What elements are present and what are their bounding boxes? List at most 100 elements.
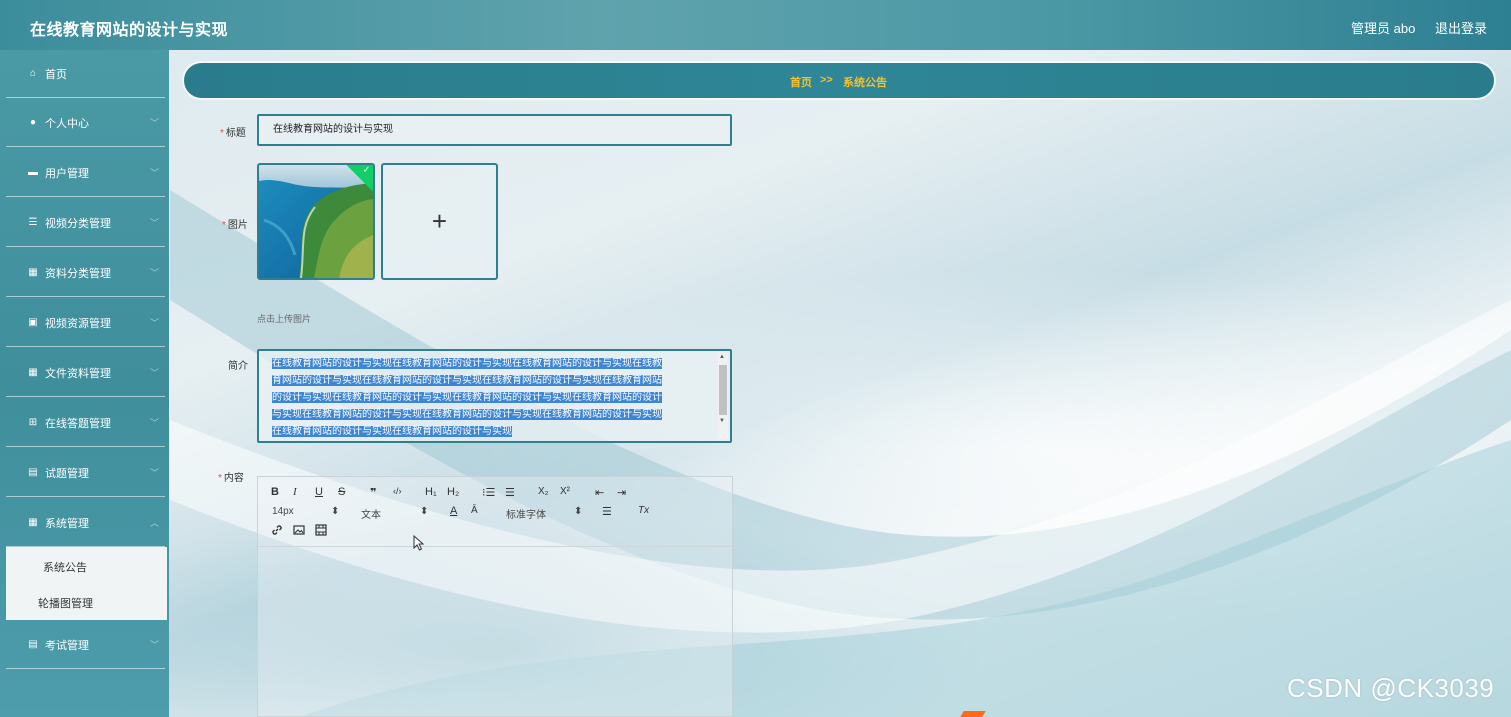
grid-icon: ▦ [28,367,38,378]
sidebar-item-label: 用户管理 [45,167,89,180]
bullet-list-button[interactable]: ☰ [505,486,515,499]
h1-button[interactable]: H₁ [425,486,437,498]
check-icon: ✓ [362,164,371,175]
system-submenu: 系统公告 轮播图管理 [6,547,167,620]
chevron-down-icon: ﹀ [150,268,160,278]
intro-line: 在线教育网站的设计与实现在线教育网站的设计与实现在线教育网站的设计与实现在线教 [272,358,662,369]
breadcrumb-home-link[interactable]: 首页 [790,74,812,90]
decorative-mark [960,711,986,717]
image-label: * 图片 [222,220,248,231]
top-bar: 在线教育网站的设计与实现 管理员 abo 退出登录 [0,0,1511,50]
image-icon: ▣ [28,317,38,328]
font-family-select[interactable]: 标准字体 [506,506,546,521]
sidebar-item-system-management[interactable]: ▦ 系统管理 ︿ [6,499,165,547]
content-label: * 内容 [218,473,244,484]
bold-button[interactable]: B [271,486,279,498]
scroll-up-icon[interactable]: ▲ [719,354,725,360]
chevron-down-icon: ﹀ [150,168,160,178]
sidebar-item-personal-center[interactable]: ● 个人中心 ﹀ [6,99,165,147]
image-icon [293,525,305,535]
image-button[interactable] [293,524,305,539]
rich-text-editor: B I U S ❞ ‹/› H₁ H₂ ⁝☰ ☰ X₂ X² ⇤ ⇥ 14px … [257,476,733,717]
subscript-button[interactable]: X₂ [538,486,549,497]
submenu-item-announcement[interactable]: 系统公告 [6,547,167,583]
sidebar-item-video-resource[interactable]: ▣ 视频资源管理 ﹀ [6,299,165,347]
watermark: CSDN @CK3039 [1287,673,1495,703]
sidebar-item-label: 个人中心 [45,117,89,130]
link-icon [272,525,282,535]
breadcrumb-separator: >> [820,74,833,86]
grid-small-icon: ⊞ [28,417,38,428]
chevron-down-icon: ﹀ [150,368,160,378]
sidebar-item-label: 视频分类管理 [45,217,111,230]
sidebar-item-question-management[interactable]: ▤ 试题管理 ﹀ [6,449,165,497]
select-arrow-icon: ⬍ [574,506,583,517]
sidebar-item-file-material[interactable]: ▦ 文件资料管理 ﹀ [6,349,165,397]
background-color-button[interactable]: Ā [471,505,478,516]
sidebar-item-home[interactable]: ⌂ 首页 [6,50,165,98]
title-label: * 标题 [220,128,246,139]
clean-format-button[interactable]: Tx [638,505,649,516]
intro-label: 简介 [228,361,248,372]
submenu-item-carousel[interactable]: 轮播图管理 [6,583,167,619]
chevron-down-icon: ﹀ [150,468,160,478]
align-button[interactable]: ☰ [602,505,612,518]
ordered-list-button[interactable]: ⁝☰ [482,486,495,499]
textarea-scrollbar[interactable]: ▲ ▼ [718,353,728,439]
sidebar-item-label: 在线答题管理 [45,417,111,430]
grid-icon: ▦ [28,267,38,278]
chevron-down-icon: ﹀ [150,318,160,328]
sidebar-item-label: 试题管理 [45,467,89,480]
video-icon [315,524,327,536]
sidebar-item-label: 考试管理 [45,639,89,652]
code-button[interactable]: ‹/› [393,486,402,496]
uploaded-image-thumbnail[interactable]: ✓ [257,163,375,280]
sidebar-item-video-category[interactable]: ☰ 视频分类管理 ﹀ [6,199,165,247]
logout-link[interactable]: 退出登录 [1435,18,1487,37]
intro-line: 与实现在线教育网站的设计与实现在线教育网站的设计与实现在线教育网站的设计与实现 [272,409,662,420]
coastline-image [259,165,373,278]
indent-button[interactable]: ⇥ [617,486,626,499]
underline-button[interactable]: U [315,486,323,498]
link-button[interactable] [271,524,283,538]
video-button[interactable] [315,524,327,539]
title-input[interactable]: 在线教育网站的设计与实现 [257,114,732,146]
select-arrow-icon: ⬍ [331,506,340,517]
font-size-select[interactable]: 14px [272,506,294,517]
italic-button[interactable]: I [293,486,297,498]
scrollbar-thumb[interactable] [719,365,727,415]
outdent-button[interactable]: ⇤ [595,486,604,499]
grid-icon: ▦ [28,517,38,528]
superscript-button[interactable]: X² [560,486,570,497]
header-select[interactable]: 文本 [361,506,381,521]
intro-textarea[interactable]: 在线教育网站的设计与实现在线教育网站的设计与实现在线教育网站的设计与实现在线教 … [257,349,732,443]
chevron-down-icon: ﹀ [150,640,160,650]
breadcrumb: 首页 >> 系统公告 [184,63,1494,98]
chevron-down-icon: ﹀ [150,218,160,228]
sidebar-item-online-quiz[interactable]: ⊞ 在线答题管理 ﹀ [6,399,165,447]
background-artwork [0,0,1511,717]
font-color-button[interactable]: A [450,505,457,517]
chevron-down-icon: ﹀ [150,418,160,428]
intro-line: 在线教育网站的设计与实现在线教育网站的设计与实现 [272,426,512,437]
quote-button[interactable]: ❞ [370,486,376,499]
monitor-icon: ▬ [28,167,38,178]
intro-line: 育网站的设计与实现在线教育网站的设计与实现在线教育网站的设计与实现在线教育网站 [272,375,662,386]
sidebar-item-exam-management[interactable]: ▤ 考试管理 ﹀ [6,621,165,669]
required-mark: * [220,128,224,139]
editor-toolbar: B I U S ❞ ‹/› H₁ H₂ ⁝☰ ☰ X₂ X² ⇤ ⇥ 14px … [258,477,732,547]
image-upload-button[interactable]: + [381,163,498,280]
admin-username: 管理员 abo [1351,21,1416,36]
breadcrumb-current: 系统公告 [843,77,887,89]
strike-button[interactable]: S [338,486,345,498]
sidebar-item-material-category[interactable]: ▦ 资料分类管理 ﹀ [6,249,165,297]
clipboard-icon: ▤ [28,639,38,650]
intro-text: 在线教育网站的设计与实现在线教育网站的设计与实现在线教育网站的设计与实现在线教 … [272,355,706,440]
sidebar-item-user-management[interactable]: ▬ 用户管理 ﹀ [6,149,165,197]
editor-content-area[interactable] [258,548,732,716]
sidebar-item-label: 系统管理 [45,517,89,530]
sidebar-item-label: 首页 [45,68,67,81]
scroll-down-icon[interactable]: ▼ [719,418,725,424]
h2-button[interactable]: H₂ [447,486,459,498]
home-icon: ⌂ [29,68,37,79]
